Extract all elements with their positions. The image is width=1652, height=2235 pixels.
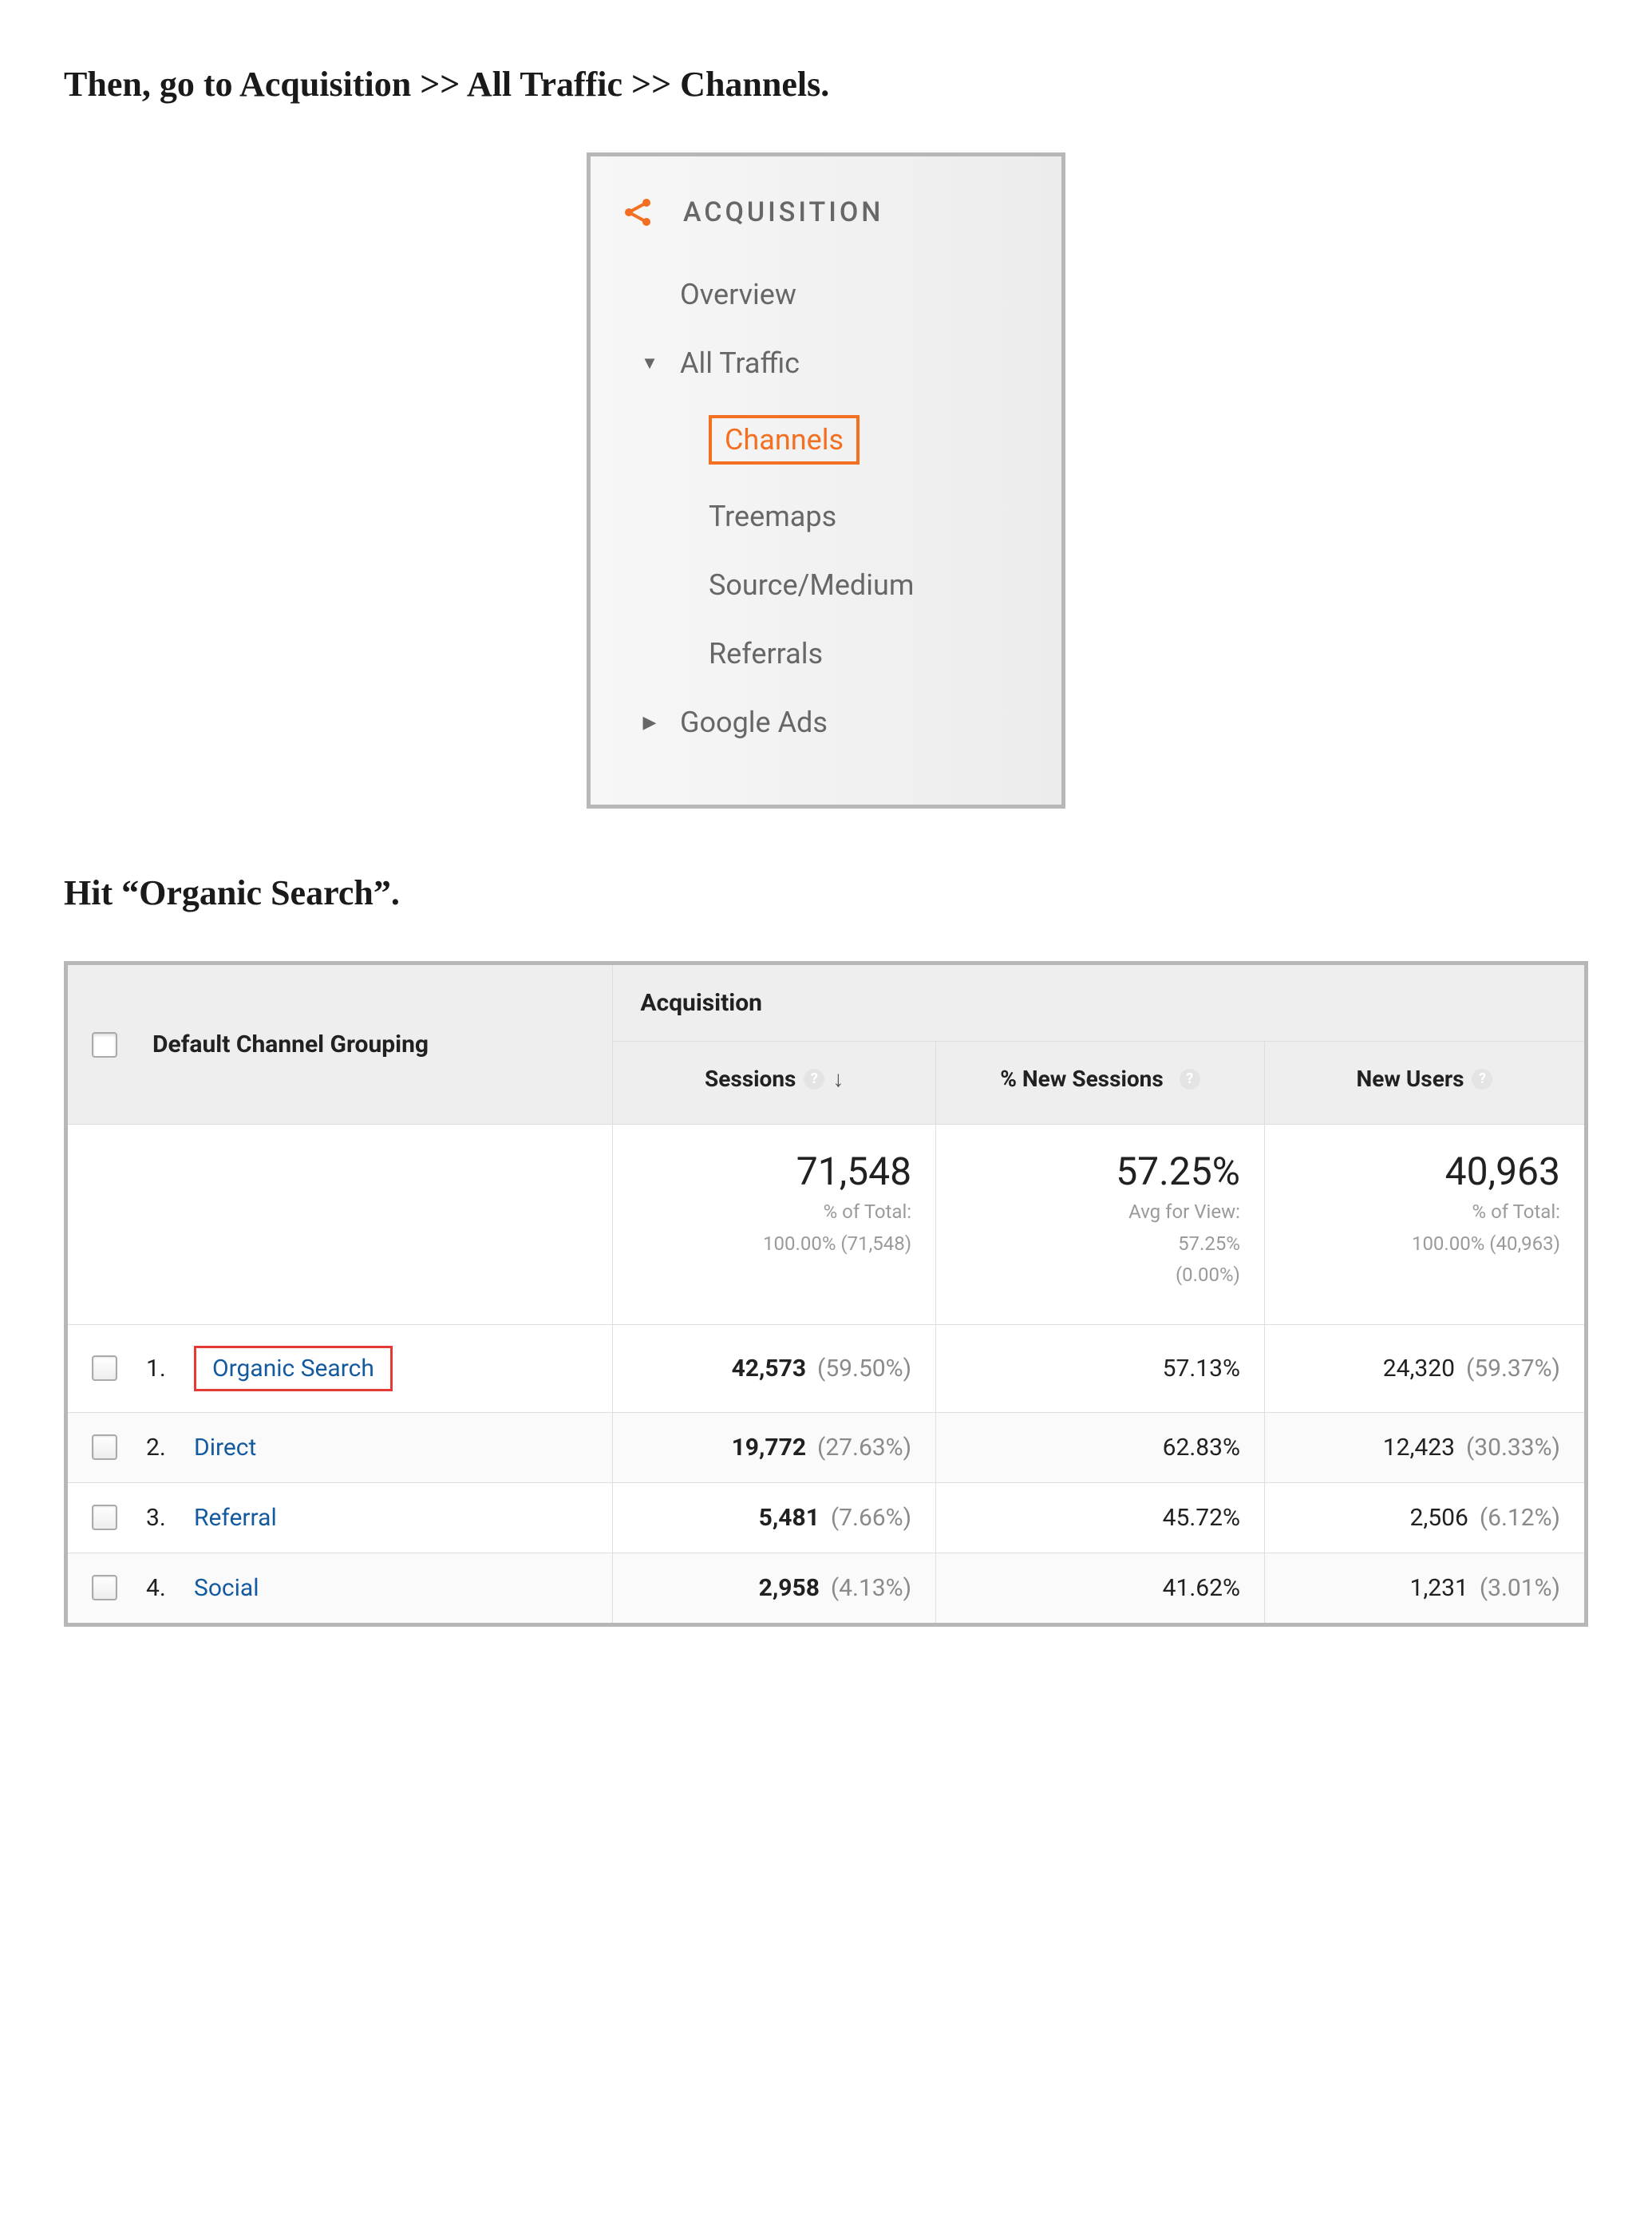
acquisition-nav-panel: ACQUISITION Overview ▼ All Traffic Chann… — [587, 152, 1065, 809]
nav-item-source-medium[interactable]: Source/Medium — [622, 551, 1030, 619]
nav-item-channels[interactable]: Channels — [622, 398, 1030, 482]
table-row: 2. Direct 19,772(27.63%)62.83%12,423(30.33… — [66, 1412, 1587, 1482]
row-checkbox[interactable] — [92, 1355, 117, 1381]
new-users-cell: 1,231(3.01%) — [1264, 1553, 1586, 1624]
metric-label: New Users — [1356, 1066, 1464, 1092]
row-checkbox[interactable] — [92, 1575, 117, 1600]
new-sessions-cell: 41.62% — [936, 1553, 1265, 1624]
total-sub: % of Total: — [1278, 1199, 1560, 1226]
metric-label: % New Sessions — [1000, 1066, 1163, 1092]
channel-link[interactable]: Social — [194, 1574, 259, 1602]
instruction-text-2: Hit “Organic Search”. — [64, 872, 1588, 913]
select-all-checkbox[interactable] — [92, 1032, 117, 1058]
nav-item-google-ads[interactable]: ▶ Google Ads — [622, 688, 1030, 757]
nav-item-label: Channels — [709, 415, 860, 465]
nav-item-label: Source/Medium — [709, 568, 914, 602]
channels-report-table: Default Channel Grouping Acquisition Ses… — [64, 961, 1588, 1627]
total-sub: % of Total: — [626, 1199, 911, 1226]
sessions-cell: 5,481(7.66%) — [613, 1482, 936, 1553]
caret-down-icon: ▼ — [638, 353, 661, 374]
total-sessions: 71,548 % of Total: 100.00% (71,548) — [613, 1125, 936, 1325]
nav-item-all-traffic[interactable]: ▼ All Traffic — [622, 329, 1030, 398]
help-icon[interactable]: ? — [1180, 1069, 1200, 1090]
row-checkbox[interactable] — [92, 1505, 117, 1530]
help-icon[interactable]: ? — [804, 1069, 824, 1090]
total-new-users: 40,963 % of Total: 100.00% (40,963) — [1264, 1125, 1586, 1325]
row-checkbox[interactable] — [92, 1434, 117, 1460]
totals-row: 71,548 % of Total: 100.00% (71,548) 57.2… — [66, 1125, 1587, 1325]
channel-link[interactable]: Organic Search — [194, 1346, 393, 1391]
nav-item-label: Treemaps — [709, 500, 836, 533]
nav-item-label: Google Ads — [680, 706, 828, 739]
total-value: 57.25% — [949, 1149, 1240, 1194]
total-sub: Avg for View: — [949, 1199, 1240, 1226]
new-sessions-cell: 45.72% — [936, 1482, 1265, 1553]
sessions-cell: 19,772(27.63%) — [613, 1412, 936, 1482]
help-icon[interactable]: ? — [1472, 1069, 1492, 1090]
table-row: 4. Social 2,958(4.13%)41.62%1,231(3.01%) — [66, 1553, 1587, 1624]
nav-item-label: All Traffic — [680, 346, 800, 380]
total-sub: (0.00%) — [949, 1262, 1240, 1289]
nav-item-label: Referrals — [709, 637, 823, 670]
sort-descending-icon: ↓ — [832, 1066, 844, 1092]
table-row: 3. Referral 5,481(7.66%)45.72%2,506(6.12%) — [66, 1482, 1587, 1553]
total-sub: 100.00% (40,963) — [1278, 1231, 1560, 1258]
new-users-cell: 12,423(30.33%) — [1264, 1412, 1586, 1482]
new-sessions-cell: 57.13% — [936, 1324, 1265, 1412]
column-header-sessions[interactable]: Sessions ? ↓ — [613, 1042, 936, 1125]
caret-right-icon: ▶ — [638, 713, 661, 733]
nav-item-label: Overview — [680, 278, 796, 311]
new-users-cell: 2,506(6.12%) — [1264, 1482, 1586, 1553]
acquisition-icon — [622, 196, 654, 228]
sessions-cell: 2,958(4.13%) — [613, 1553, 936, 1624]
new-sessions-cell: 62.83% — [936, 1412, 1265, 1482]
row-index: 4. — [146, 1574, 175, 1602]
column-header-new-sessions[interactable]: % New Sessions ? — [936, 1042, 1265, 1125]
nav-item-referrals[interactable]: Referrals — [622, 619, 1030, 688]
metric-label: Sessions — [705, 1066, 796, 1092]
new-users-cell: 24,320(59.37%) — [1264, 1324, 1586, 1412]
total-value: 71,548 — [626, 1149, 911, 1194]
channel-link[interactable]: Referral — [194, 1504, 277, 1532]
nav-section-title: ACQUISITION — [683, 196, 883, 228]
row-index: 1. — [146, 1355, 175, 1383]
channel-link[interactable]: Direct — [194, 1434, 256, 1462]
total-sub: 100.00% (71,548) — [626, 1231, 911, 1258]
column-group-acquisition: Acquisition — [613, 963, 1587, 1042]
dimension-header-label: Default Channel Grouping — [152, 1030, 429, 1058]
sessions-cell: 42,573(59.50%) — [613, 1324, 936, 1412]
nav-item-treemaps[interactable]: Treemaps — [622, 482, 1030, 551]
row-index: 3. — [146, 1504, 175, 1532]
table-row: 1. Organic Search 42,573(59.50%)57.13%24,3… — [66, 1324, 1587, 1412]
row-index: 2. — [146, 1434, 175, 1462]
column-header-new-users[interactable]: New Users ? — [1264, 1042, 1586, 1125]
instruction-text-1: Then, go to Acquisition >> All Traffic >… — [64, 64, 1588, 105]
nav-item-overview[interactable]: Overview — [622, 260, 1030, 329]
column-header-dimension[interactable]: Default Channel Grouping — [66, 963, 613, 1125]
nav-section-acquisition[interactable]: ACQUISITION — [622, 196, 1030, 228]
total-value: 40,963 — [1278, 1149, 1560, 1194]
total-new-sessions: 57.25% Avg for View: 57.25% (0.00%) — [936, 1125, 1265, 1325]
total-sub: 57.25% — [949, 1231, 1240, 1258]
